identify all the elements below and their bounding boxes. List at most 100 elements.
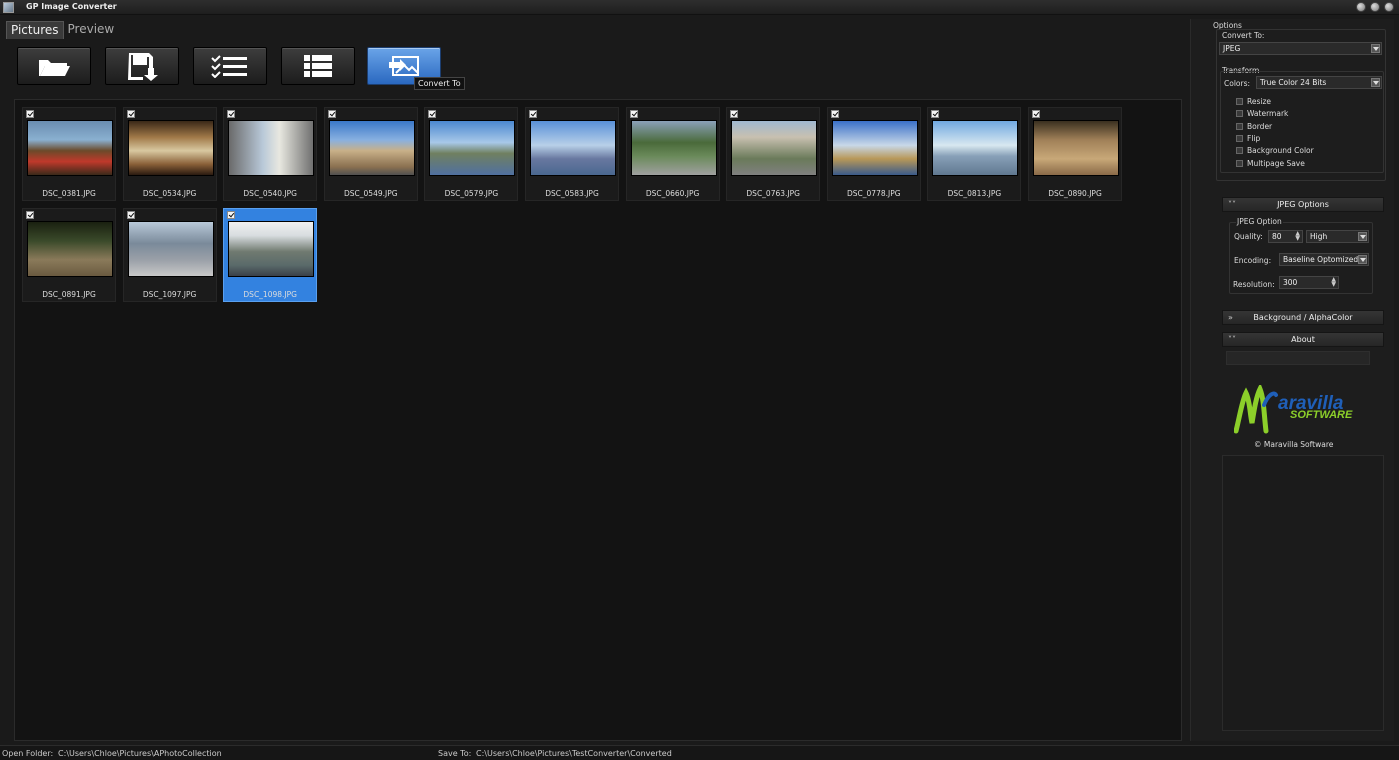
thumbnail-photo xyxy=(1033,120,1119,176)
image-thumbnail[interactable]: DSC_0813.JPG xyxy=(927,107,1022,201)
thumbnail-checkbox[interactable] xyxy=(126,211,135,219)
chevron-down-icon xyxy=(1358,255,1367,264)
thumbnail-photo xyxy=(127,120,214,176)
jpeg-options-title: JPEG Options xyxy=(1277,200,1329,209)
spinner-arrows-icon: ▲ ▼ xyxy=(1331,276,1336,288)
image-thumbnail[interactable]: DSC_0579.JPG xyxy=(424,107,519,201)
thumbnail-filename: DSC_0778.JPG xyxy=(847,189,901,198)
transform-option[interactable]: Flip xyxy=(1236,134,1260,143)
spinner-arrows-icon: ▲ ▼ xyxy=(1295,230,1300,242)
resolution-label: Resolution: xyxy=(1233,280,1275,289)
thumbnail-checkbox[interactable] xyxy=(931,110,940,118)
logo-sub: SOFTWARE xyxy=(1290,409,1353,421)
thumbnail-checkbox[interactable] xyxy=(730,110,739,118)
image-thumbnail[interactable]: DSC_0660.JPG xyxy=(625,107,720,201)
thumbnail-checkbox[interactable] xyxy=(529,110,537,118)
transform-option-label: Background Color xyxy=(1247,146,1314,156)
thumbnail-checkbox[interactable] xyxy=(26,110,34,118)
save-icon xyxy=(128,53,158,81)
transform-option[interactable]: Border xyxy=(1236,122,1272,131)
thumbnail-photo xyxy=(530,120,616,176)
transform-option-label: Watermark xyxy=(1247,109,1289,119)
quality-value: 80 xyxy=(1272,232,1282,241)
tab-pictures[interactable]: Pictures xyxy=(6,21,64,39)
encoding-label: Encoding: xyxy=(1234,256,1272,265)
convert-to-value: JPEG xyxy=(1223,44,1241,53)
colors-value: True Color 24 Bits xyxy=(1260,78,1327,87)
thumbnail-filename: DSC_0534.JPG xyxy=(142,189,197,198)
image-thumbnail[interactable]: DSC_0381.JPG xyxy=(22,107,116,201)
transform-option[interactable]: Multipage Save xyxy=(1236,159,1305,168)
thumbnail-checkbox[interactable] xyxy=(327,110,336,118)
background-alphacolor-header[interactable]: » Background / AlphaColor xyxy=(1222,310,1384,325)
image-thumbnail[interactable]: DSC_0890.JPG xyxy=(1028,107,1122,201)
open-folder-button[interactable] xyxy=(17,47,91,85)
image-thumbnail[interactable]: DSC_1098.JPG xyxy=(223,208,318,302)
thumbnail-filename: DSC_0583.JPG xyxy=(545,189,599,198)
encoding-select[interactable]: Baseline Optomized xyxy=(1279,253,1369,266)
check-list-button[interactable] xyxy=(193,47,267,85)
checklist-icon xyxy=(211,55,247,78)
thumbnail-filename: DSC_0579.JPG xyxy=(444,189,499,198)
thumbnail-filename: DSC_0891.JPG xyxy=(42,290,96,299)
close-button[interactable] xyxy=(1384,2,1394,12)
image-thumbnail[interactable]: DSC_0549.JPG xyxy=(323,107,418,201)
transform-option[interactable]: Background Color xyxy=(1236,146,1314,155)
transform-checkbox[interactable] xyxy=(1236,122,1243,130)
convert-to-label: Convert To: xyxy=(1222,31,1265,40)
transform-checkbox[interactable] xyxy=(1236,110,1243,118)
thumbnail-checkbox[interactable] xyxy=(26,211,34,219)
save-to-label: Save To: xyxy=(438,749,472,758)
convert-to-select[interactable]: JPEG xyxy=(1219,42,1382,55)
maximize-button[interactable] xyxy=(1370,2,1380,12)
colors-select[interactable]: True Color 24 Bits xyxy=(1256,76,1382,89)
image-thumbnail[interactable]: DSC_0778.JPG xyxy=(826,107,921,201)
image-thumbnail[interactable]: DSC_0540.JPG xyxy=(223,107,318,201)
open-folder-icon xyxy=(39,60,70,76)
thumbnail-photo xyxy=(831,120,918,176)
title-bar: GP Image Converter xyxy=(0,0,1399,15)
thumbnail-photo xyxy=(731,120,818,176)
image-thumbnail[interactable]: DSC_0763.JPG xyxy=(726,107,821,201)
save-button[interactable] xyxy=(105,47,179,85)
thumbnail-filename: DSC_0813.JPG xyxy=(947,189,1002,198)
thumbnail-checkbox[interactable] xyxy=(428,110,437,118)
transform-option-label: Resize xyxy=(1247,97,1272,106)
image-thumbnail[interactable]: DSC_0534.JPG xyxy=(122,107,217,201)
thumbnail-checkbox[interactable] xyxy=(629,110,638,118)
transform-checkbox[interactable] xyxy=(1236,147,1243,155)
transform-option[interactable]: Watermark xyxy=(1236,109,1288,118)
transform-checkbox[interactable] xyxy=(1236,159,1243,167)
image-thumbnail[interactable]: DSC_0891.JPG xyxy=(22,208,116,302)
tab-preview[interactable]: Preview xyxy=(64,21,119,39)
image-thumbnail[interactable]: DSC_0583.JPG xyxy=(525,107,619,201)
thumbnail-checkbox[interactable] xyxy=(227,110,236,118)
resolution-spinner[interactable]: 300 ▲ ▼ xyxy=(1279,276,1339,289)
quality-spinner[interactable]: 80 ▲ ▼ xyxy=(1268,230,1303,243)
about-title: About xyxy=(1291,335,1315,344)
thumbnail-photo xyxy=(328,120,415,176)
list-view-button[interactable] xyxy=(281,47,355,85)
jpeg-option-label: JPEG Option xyxy=(1236,217,1283,226)
list-icon xyxy=(304,55,332,77)
thumbnail-checkbox[interactable] xyxy=(227,211,236,219)
thumbnail-filename: DSC_0660.JPG xyxy=(645,189,700,198)
jpeg-options-header[interactable]: ˅˅ JPEG Options xyxy=(1222,197,1384,212)
transform-option[interactable]: Resize xyxy=(1236,97,1271,106)
open-folder-path: C:\Users\Chloe\Pictures\APhotoCollection xyxy=(58,749,222,758)
about-header[interactable]: ˅˅ About xyxy=(1222,332,1384,347)
transform-option-label: Border xyxy=(1247,121,1273,131)
thumbnail-filename: DSC_0763.JPG xyxy=(746,189,800,198)
transform-checkbox[interactable] xyxy=(1236,98,1243,105)
background-alphacolor-title: Background / AlphaColor xyxy=(1253,313,1353,322)
thumbnail-checkbox[interactable] xyxy=(830,110,839,118)
image-thumbnail[interactable]: DSC_1097.JPG xyxy=(122,208,217,302)
thumbnail-photo xyxy=(630,120,717,176)
thumbnail-photo xyxy=(127,221,214,277)
thumbnail-checkbox[interactable] xyxy=(126,110,135,118)
transform-checkbox[interactable] xyxy=(1236,134,1243,142)
minimize-button[interactable] xyxy=(1356,2,1366,12)
thumbnail-filename: DSC_0540.JPG xyxy=(243,189,297,198)
quality-preset-select[interactable]: High xyxy=(1306,230,1369,243)
thumbnail-checkbox[interactable] xyxy=(1032,110,1040,118)
